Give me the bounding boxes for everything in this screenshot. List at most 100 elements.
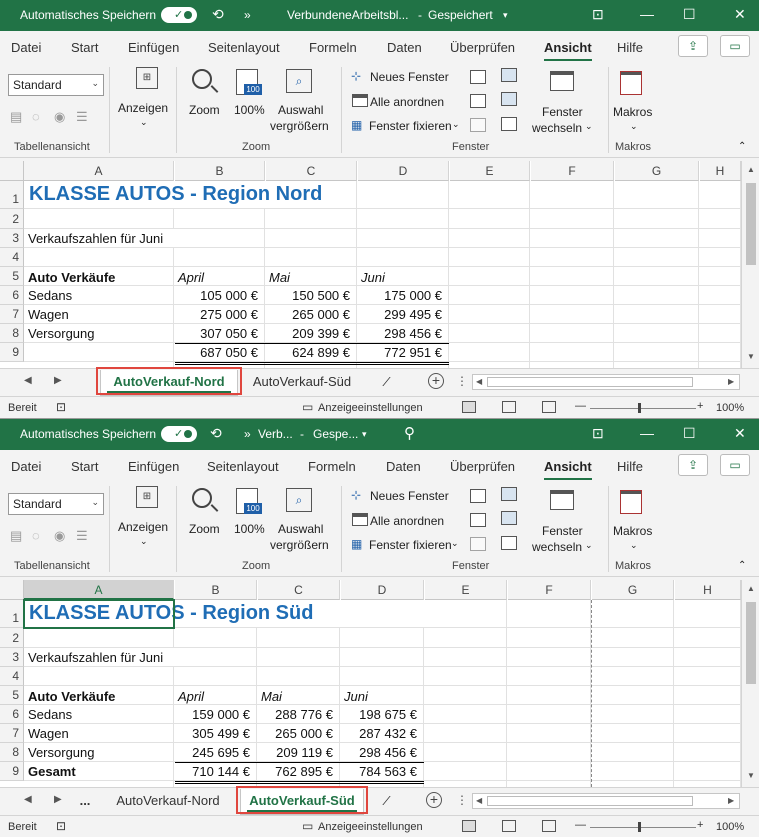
tab-überprüfen[interactable]: Überprüfen [450, 40, 515, 55]
tab-start[interactable]: Start [71, 459, 98, 474]
row-header-4[interactable]: 4 [0, 667, 24, 686]
save-state-dropdown-icon[interactable]: ▾ [503, 10, 508, 21]
row-label-cell[interactable]: Wagen [28, 307, 69, 322]
tab-start[interactable]: Start [71, 40, 98, 55]
value-cell[interactable]: 772 951 € [358, 345, 442, 360]
next-sheet-icon[interactable]: ▶ [54, 794, 62, 805]
split-icon[interactable] [470, 489, 486, 503]
row-label-cell[interactable]: Gesamt [28, 764, 76, 779]
add-sheet-icon[interactable]: + [428, 373, 444, 389]
reset-window-icon[interactable] [501, 117, 517, 131]
arrange-all-button[interactable]: Alle anordnen [370, 514, 444, 528]
column-header-h[interactable]: H [700, 161, 741, 181]
header-cell-a5[interactable]: Auto Verkäufe [28, 689, 115, 704]
unhide-window-icon[interactable] [470, 537, 486, 551]
anzeigen-button[interactable]: Anzeigen [118, 520, 168, 534]
page-break-view-icon[interactable] [542, 401, 556, 413]
ribbon-display-icon[interactable]: ⊡ [592, 425, 604, 442]
new-window-icon[interactable]: ⊹ [351, 488, 361, 502]
more-sheets-left[interactable]: ... [78, 789, 92, 815]
zoom-in-icon[interactable]: + [697, 819, 703, 831]
row-header-6[interactable]: 6 [0, 705, 24, 724]
select-all-corner[interactable] [0, 161, 24, 181]
tab-daten[interactable]: Daten [387, 40, 422, 55]
display-settings-button[interactable]: Anzeigeeinstellungen [318, 821, 423, 833]
row-header-9[interactable]: 9 [0, 343, 24, 362]
value-cell[interactable]: 784 563 € [341, 764, 417, 779]
switch-windows-button[interactable]: Fenster [542, 105, 583, 119]
scroll-down-arrow-icon[interactable]: ▼ [747, 352, 755, 361]
page-layout-view-icon[interactable] [502, 401, 516, 413]
list-icon[interactable]: ☰ [76, 528, 88, 544]
list-icon[interactable]: ☰ [76, 109, 88, 125]
zoom-100-button[interactable]: 100% [234, 103, 265, 117]
anzeigen-icon[interactable]: ⊞ [136, 486, 158, 508]
value-cell[interactable]: 305 499 € [175, 726, 250, 741]
scroll-down-arrow-icon[interactable]: ▼ [747, 771, 755, 780]
column-header-d[interactable]: D [341, 580, 424, 600]
header-cell-d5[interactable]: Juni [361, 270, 385, 285]
sheet-view-select[interactable]: Standard ⌄ [8, 74, 104, 96]
value-cell[interactable]: 307 050 € [175, 326, 258, 341]
value-cell[interactable]: 175 000 € [358, 288, 442, 303]
arrange-all-icon[interactable] [352, 513, 368, 526]
zoom-icon[interactable] [192, 488, 212, 508]
header-cell-d5[interactable]: Juni [344, 689, 368, 704]
file-name[interactable]: Verb... [258, 427, 293, 441]
comments-button[interactable]: ▭ [720, 35, 750, 57]
file-name[interactable]: VerbundeneArbeitsbl... [287, 8, 408, 22]
value-cell[interactable]: 209 399 € [266, 326, 350, 341]
row-header-3[interactable]: 3 [0, 648, 24, 667]
accessibility-icon[interactable]: ⊡ [56, 819, 66, 833]
zoom-button[interactable]: Zoom [189, 522, 220, 536]
hide-window-icon[interactable] [470, 513, 486, 527]
comments-button[interactable]: ▭ [720, 454, 750, 476]
value-cell[interactable]: 710 144 € [175, 764, 250, 779]
sheet-tab-sued[interactable]: AutoVerkauf-Süd [248, 370, 356, 396]
subtitle-cell[interactable]: Verkaufszahlen für Juni [28, 231, 163, 246]
row-header-2[interactable]: 2 [0, 628, 24, 648]
ribbon-display-icon[interactable]: ⊡ [592, 6, 604, 23]
sheet-tab-nord[interactable]: AutoVerkauf-Nord [104, 789, 232, 815]
minimize-icon[interactable]: — [640, 6, 654, 22]
scroll-left-arrow-icon[interactable]: ◀ [476, 796, 482, 805]
row-header-3[interactable]: 3 [0, 229, 24, 248]
row-label-cell[interactable]: Sedans [28, 288, 72, 303]
collapse-ribbon-icon[interactable]: ⌃ [738, 141, 746, 152]
column-header-f[interactable]: F [508, 580, 591, 600]
row-header-2[interactable]: 2 [0, 209, 24, 229]
anzeigen-button[interactable]: Anzeigen [118, 101, 168, 115]
lock-icon[interactable]: ▤ [10, 109, 22, 125]
maximize-icon[interactable]: ☐ [683, 6, 696, 23]
splitter-icon[interactable]: ⋮ [456, 793, 468, 807]
reset-window-icon[interactable] [501, 536, 517, 550]
lock-icon[interactable]: ▤ [10, 528, 22, 544]
row-header-1[interactable]: 1 [0, 181, 24, 209]
value-cell[interactable]: 762 895 € [258, 764, 333, 779]
value-cell[interactable]: 287 432 € [341, 726, 417, 741]
tab-einfügen[interactable]: Einfügen [128, 40, 179, 55]
sheet-view-select[interactable]: Standard ⌄ [8, 493, 104, 515]
zoom-selection-button[interactable]: Auswahl [278, 522, 323, 536]
zoom-selection-button[interactable]: Auswahl [278, 103, 323, 117]
column-header-g[interactable]: G [592, 580, 674, 600]
value-cell[interactable]: 209 119 € [258, 745, 333, 760]
hide-icon[interactable]: ◌ [32, 109, 40, 124]
maximize-icon[interactable]: ☐ [683, 425, 696, 442]
row-label-cell[interactable]: Versorgung [28, 326, 95, 341]
anzeigen-icon[interactable]: ⊞ [136, 67, 158, 89]
value-cell[interactable]: 105 000 € [175, 288, 258, 303]
scroll-right-arrow-icon[interactable]: ▶ [728, 796, 734, 805]
autosave-toggle[interactable]: ✓ [161, 7, 197, 23]
select-all-corner[interactable] [0, 580, 24, 600]
tab-seitenlayout[interactable]: Seitenlayout [207, 459, 279, 474]
scroll-up-arrow-icon[interactable]: ▲ [747, 584, 755, 593]
hide-icon[interactable]: ◌ [32, 528, 40, 543]
new-window-button[interactable]: Neues Fenster [370, 489, 449, 503]
zoom-icon[interactable] [192, 69, 212, 89]
row-header-5[interactable]: 5 [0, 686, 24, 705]
value-cell[interactable]: 245 695 € [175, 745, 250, 760]
column-header-a[interactable]: A [24, 161, 174, 181]
tab-ansicht[interactable]: Ansicht [544, 459, 592, 481]
column-header-e[interactable]: E [425, 580, 507, 600]
